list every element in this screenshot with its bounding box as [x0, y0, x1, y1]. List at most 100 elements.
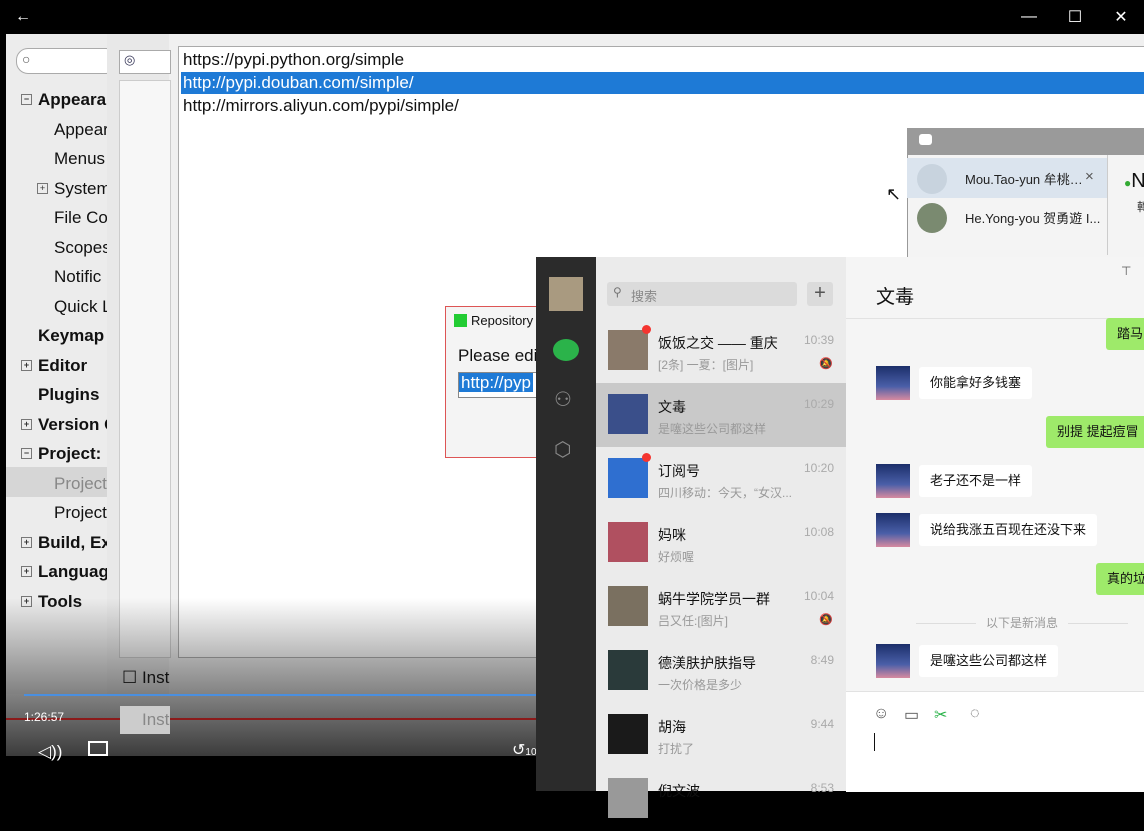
tree-item-label: Quick L — [54, 297, 112, 316]
chat-time: 8:53 — [810, 781, 834, 795]
expand-icon[interactable]: + — [37, 183, 48, 194]
chat-icon[interactable] — [553, 339, 579, 361]
chat-time: 9:44 — [810, 717, 834, 731]
expand-icon[interactable]: + — [21, 419, 32, 430]
tree-item-label: Languag — [38, 562, 109, 581]
avatar[interactable] — [876, 513, 910, 547]
expand-icon[interactable]: + — [21, 566, 32, 577]
chat-list-item[interactable]: 倪文波 8:53 — [596, 767, 846, 831]
scissors-icon[interactable]: ✂ — [934, 705, 947, 725]
settings-search-input[interactable]: ○ — [16, 48, 118, 74]
expand-icon[interactable]: + — [21, 360, 32, 371]
chat-history-icon[interactable]: ◌ — [970, 705, 980, 723]
message-input[interactable] — [846, 691, 1144, 792]
close-button[interactable]: ✕ — [1098, 0, 1144, 34]
chat-preview: 四川移动：今天，“女汉... — [658, 486, 792, 500]
text-caret — [874, 733, 875, 751]
chat-time: 10:39 — [803, 333, 834, 347]
avatar[interactable] — [876, 644, 910, 678]
avatar — [608, 522, 648, 562]
settings-tree-item[interactable]: − Appeara — [21, 90, 106, 110]
settings-tree-item[interactable]: File Co — [54, 208, 108, 228]
chat-name: 文毒 — [658, 399, 686, 415]
tree-item-label: File Co — [54, 208, 108, 227]
message-bubble: 别提 提起痘冒 — [1046, 416, 1144, 448]
settings-tree-item[interactable]: + Version C — [21, 415, 116, 435]
tree-item-label: Menus — [54, 149, 106, 168]
settings-tree-item[interactable]: Quick L — [54, 297, 112, 317]
popup-contact-row[interactable]: Mou.Tao-yun 牟桃… × — [907, 158, 1107, 198]
install-button[interactable]: Inst — [120, 706, 170, 734]
rewind-icon[interactable]: ↺10 — [512, 740, 537, 760]
settings-tree-item[interactable]: + Build, Ex — [21, 533, 111, 553]
avatar — [608, 778, 648, 818]
pin-icon[interactable]: ⊤ — [1121, 264, 1131, 278]
avatar — [608, 458, 648, 498]
chat-list-item[interactable]: 蜗牛学院学员一群 吕又任:[图片] 10:04 🔕 — [596, 575, 846, 639]
video-progress-bar[interactable] — [24, 694, 536, 696]
video-seek-track[interactable] — [6, 718, 536, 720]
minimize-button[interactable]: — — [1006, 0, 1052, 34]
chat-list-item[interactable]: 文毒是噻这些公司都这样 10:29 — [596, 383, 846, 447]
subtitle-icon[interactable] — [88, 741, 108, 756]
settings-tree-item[interactable]: Menus — [54, 149, 105, 169]
settings-tree-item[interactable]: Project — [54, 503, 107, 523]
settings-tree-item[interactable]: Plugins — [38, 385, 99, 405]
package-search-input[interactable]: ◎ — [119, 50, 171, 74]
repository-item[interactable]: http://pypi.douban.com/simple/ — [183, 72, 414, 94]
popup-contact-row[interactable]: He.Yong-you 贺勇遊 I... — [907, 197, 1107, 237]
folder-icon[interactable]: ▭ — [904, 705, 919, 725]
repository-item[interactable]: http://mirrors.aliyun.com/pypi/simple/ — [183, 95, 459, 117]
chat-preview: 吕又任:[图片] — [658, 614, 729, 628]
settings-tree-item[interactable]: Keymap — [38, 326, 104, 346]
collapse-icon[interactable]: − — [21, 94, 32, 105]
chat-list-item[interactable]: 胡海 打扰了 9:44 — [596, 703, 846, 767]
avatar[interactable] — [876, 366, 910, 400]
settings-tree-item[interactable]: + Editor — [21, 356, 87, 376]
message-bubble: 老子还不是一样 — [919, 465, 1033, 497]
tree-item-label: System — [54, 179, 111, 198]
chat-preview: 一次价格是多少 — [658, 678, 743, 692]
emoji-icon[interactable]: ☺ — [873, 705, 889, 723]
back-icon[interactable]: ← — [0, 0, 46, 34]
collapse-icon[interactable]: − — [21, 448, 32, 459]
avatar[interactable] — [549, 277, 583, 311]
chat-time: 10:20 — [803, 461, 834, 475]
settings-tree-item[interactable]: Notific — [54, 267, 101, 287]
chat-list-item[interactable]: 德渼肤护肤指导 一次价格是多少 8:49 — [596, 639, 846, 703]
contact-name: He.Yong-you 贺勇遊 I... — [965, 211, 1101, 226]
chat-time: 8:49 — [810, 653, 834, 667]
chat-list-item[interactable]: 妈咪 好烦喔 10:08 — [596, 511, 846, 575]
dialog-title: Repository — [454, 313, 533, 328]
add-chat-button[interactable]: + — [807, 282, 833, 306]
popup-divider — [1107, 155, 1108, 255]
settings-tree-item[interactable]: Scopes — [54, 238, 111, 258]
popup-detail-name: ●N — [1124, 170, 1144, 192]
unread-badge — [642, 453, 651, 462]
settings-tree-item[interactable]: + Languag — [21, 562, 109, 582]
search-icon: ◎ — [124, 52, 136, 67]
settings-tree-item[interactable]: Appear — [54, 120, 109, 140]
chat-preview: [2条] 一夏：[图片] — [658, 358, 754, 372]
chat-time: 10:29 — [803, 397, 834, 411]
maximize-button[interactable]: ☐ — [1052, 0, 1098, 34]
repository-item[interactable]: https://pypi.python.org/simple — [183, 49, 404, 71]
close-icon[interactable]: × — [1085, 168, 1094, 185]
repository-url-input[interactable]: http://pyp — [458, 372, 540, 398]
settings-tree-item[interactable]: Project — [54, 474, 107, 494]
chat-preview: 是噻这些公司都这样 — [658, 422, 767, 436]
volume-icon[interactable]: ◁)) — [38, 742, 62, 762]
chat-search-input[interactable]: ⚲ 搜索 — [607, 282, 797, 306]
avatar[interactable] — [876, 464, 910, 498]
contacts-icon[interactable]: ⚇ — [554, 387, 572, 412]
install-checkbox[interactable]: ☐ Inst — [122, 668, 169, 688]
chat-time: 10:04 — [803, 589, 834, 603]
chat-list-item[interactable]: 饭饭之交 —— 重庆 [2条] 一夏：[图片] 10:39 🔕 — [596, 319, 846, 383]
settings-tree-item[interactable]: − Project: — [21, 444, 101, 464]
tree-item-label: Scopes — [54, 238, 111, 257]
settings-tree-item[interactable]: + System — [37, 179, 111, 199]
chat-list-item[interactable]: 订阅号 四川移动：今天，“女汉... 10:20 — [596, 447, 846, 511]
expand-icon[interactable]: + — [21, 537, 32, 548]
favorites-icon[interactable]: ⬡ — [554, 437, 571, 462]
avatar — [917, 164, 947, 194]
